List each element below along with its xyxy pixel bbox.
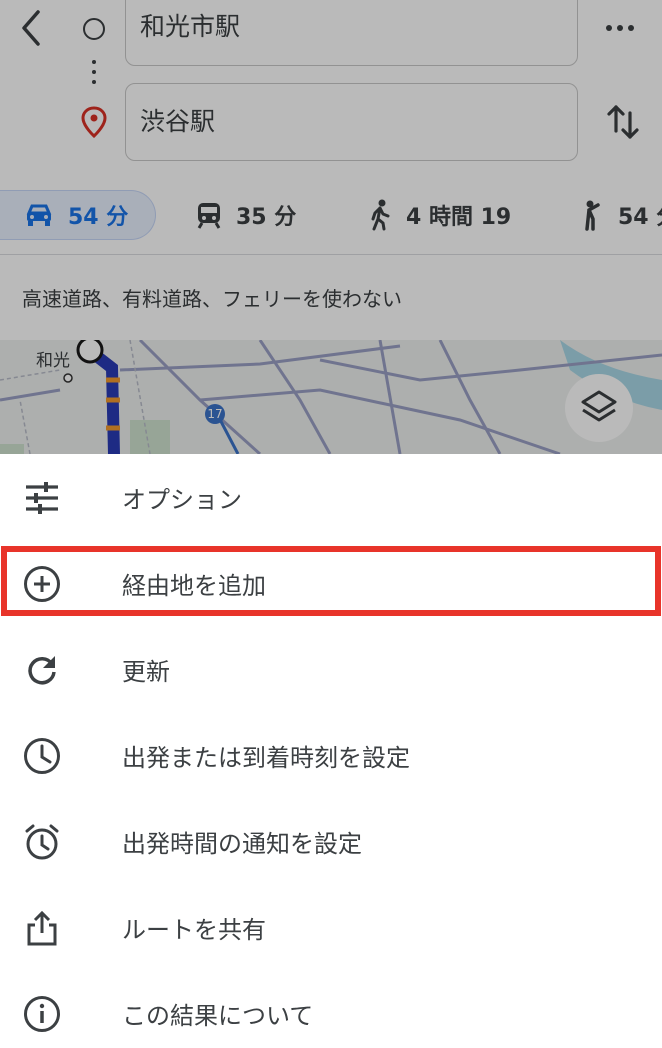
alarm-icon (22, 822, 62, 862)
refresh-icon (22, 650, 62, 690)
tune-icon (22, 478, 62, 518)
menu-item-label: この結果について (122, 1002, 314, 1030)
menu-item-label: ルートを共有 (122, 916, 266, 944)
menu-item-departure-alert[interactable]: 出発時間の通知を設定 (0, 798, 662, 884)
background-scrim[interactable] (0, 0, 662, 454)
menu-item-label: 出発または到着時刻を設定 (122, 744, 410, 772)
info-icon (22, 994, 62, 1034)
menu-item-label: オプション (122, 486, 242, 514)
menu-item-refresh[interactable]: 更新 (0, 626, 662, 712)
menu-item-label: 更新 (122, 658, 170, 686)
highlight-box (1, 546, 661, 616)
menu-item-options[interactable]: オプション (0, 454, 662, 540)
menu-item-about-results[interactable]: この結果について (0, 970, 662, 1048)
share-icon (22, 908, 62, 948)
menu-item-share-route[interactable]: ルートを共有 (0, 884, 662, 970)
clock-icon (22, 736, 62, 776)
menu-item-label: 出発時間の通知を設定 (122, 830, 362, 858)
directions-menu-sheet: オプション 経由地を追加 更新 出発または到着時刻を設定 出発時間の通知を設定 … (0, 454, 662, 1048)
menu-item-set-time[interactable]: 出発または到着時刻を設定 (0, 712, 662, 798)
